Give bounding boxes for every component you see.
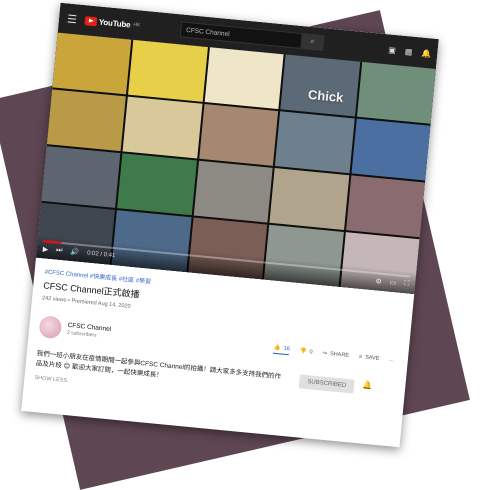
subscribe-button[interactable]: SUBSCRIBED bbox=[298, 374, 355, 394]
channel-bell-icon[interactable]: 🔔 bbox=[362, 380, 373, 390]
more-button[interactable]: ... bbox=[389, 357, 394, 363]
search-icon[interactable]: ⌕ bbox=[300, 33, 325, 52]
share-icon: ↪ bbox=[322, 350, 328, 357]
collage-tile bbox=[193, 160, 273, 223]
channel-avatar[interactable] bbox=[38, 315, 63, 340]
notifications-bell-icon[interactable]: 🔔 bbox=[421, 48, 432, 58]
search-input[interactable] bbox=[179, 21, 303, 49]
collage-tile bbox=[204, 47, 284, 110]
share-label: SHARE bbox=[329, 351, 350, 359]
collage-tile bbox=[275, 111, 355, 174]
share-button[interactable]: ↪ SHARE bbox=[322, 350, 349, 359]
logo-region: HK bbox=[133, 21, 141, 29]
collage-tile bbox=[128, 39, 208, 102]
collage-tile bbox=[199, 103, 279, 166]
like-button[interactable]: 👍 16 bbox=[273, 344, 291, 355]
control-right: ⚙ ▭ ⛶ bbox=[375, 277, 409, 288]
video-player[interactable]: Chick ▶ ⏭ 🔊 0:02 / 0:41 ⚙ ▭ ⛶ bbox=[35, 32, 436, 294]
save-label: SAVE bbox=[364, 354, 380, 362]
miniplayer-icon[interactable]: ▭ bbox=[389, 279, 396, 288]
play-logo-icon bbox=[84, 15, 98, 26]
collage-tile bbox=[269, 168, 349, 230]
logo-text: YouTube bbox=[98, 17, 131, 30]
save-button[interactable]: ≡ SAVE bbox=[359, 354, 380, 362]
collage-tile bbox=[351, 118, 431, 181]
collage-tile: Chick bbox=[280, 54, 360, 117]
like-count: 16 bbox=[283, 345, 291, 352]
create-video-icon[interactable]: ▣ bbox=[388, 45, 396, 55]
apps-grid-icon[interactable]: ▦ bbox=[405, 46, 413, 56]
channel-text: CFSC Channel 2 subscribers bbox=[67, 322, 112, 340]
thumbs-up-icon: 👍 bbox=[273, 344, 282, 351]
collage-tile bbox=[122, 96, 203, 159]
play-icon[interactable]: ▶ bbox=[42, 245, 48, 253]
next-icon[interactable]: ⏭ bbox=[56, 246, 63, 255]
collage-tile bbox=[356, 61, 436, 124]
collage-tile bbox=[117, 153, 197, 216]
video-actions: 👍 16 👎 0 ↪ SHARE ≡ SAVE ... bbox=[273, 344, 394, 365]
collage-tile bbox=[46, 89, 127, 152]
save-icon: ≡ bbox=[358, 353, 363, 361]
settings-gear-icon[interactable]: ⚙ bbox=[375, 277, 382, 286]
dislike-button[interactable]: 👎 0 bbox=[299, 348, 312, 355]
youtube-logo[interactable]: YouTube HK bbox=[84, 15, 141, 30]
collage-tile bbox=[41, 146, 121, 208]
dislike-count: 0 bbox=[309, 349, 313, 356]
chick-caption: Chick bbox=[307, 86, 345, 106]
volume-icon[interactable]: 🔊 bbox=[70, 248, 79, 257]
header-actions: ▣ ▦ 🔔 bbox=[388, 45, 432, 58]
collage-tile bbox=[52, 32, 132, 95]
hamburger-menu-icon[interactable]: ☰ bbox=[64, 12, 79, 26]
fullscreen-icon[interactable]: ⛶ bbox=[404, 280, 410, 288]
collage-tile bbox=[345, 175, 425, 238]
video-time: 0:02 / 0:41 bbox=[86, 250, 116, 260]
thumbs-down-icon: 👎 bbox=[299, 348, 307, 355]
youtube-window: ☰ YouTube HK ⌕ ▣ ▦ 🔔 Chick bbox=[21, 2, 439, 448]
